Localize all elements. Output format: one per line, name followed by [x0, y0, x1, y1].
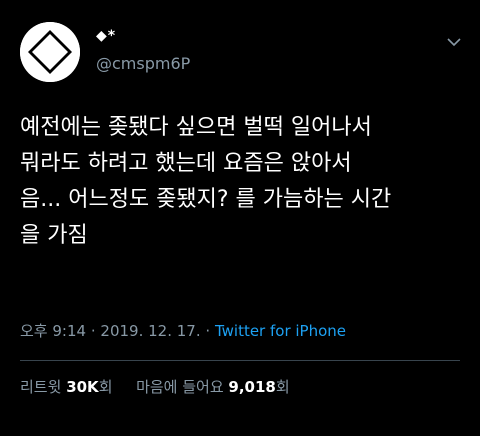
retweets-count: 30K — [66, 378, 99, 396]
retweets-label: 리트윗 — [20, 378, 62, 396]
tweet-date[interactable]: 2019. 12. 17. — [100, 322, 200, 340]
tweet-source-link[interactable]: Twitter for iPhone — [215, 322, 346, 340]
tweet-stats: 리트윗 30K회 마음에 들어요 9,018회 — [20, 376, 290, 397]
divider — [20, 360, 460, 361]
meta-separator: · — [90, 322, 96, 340]
display-name[interactable]: ◆* — [96, 28, 116, 44]
white-diamond-avatar-icon — [20, 22, 80, 82]
likes-stat[interactable]: 마음에 들어요 9,018회 — [136, 378, 290, 396]
likes-count: 9,018 — [228, 378, 276, 396]
tweet-text: 예전에는 좆됐다 싶으면 벌떡 일어나서 뭐라도 하려고 했는데 요즘은 앉아서… — [20, 115, 392, 248]
tweet-time: 오후 9:14 — [20, 322, 87, 340]
tweet-meta: 오후 9:14 · 2019. 12. 17. · Twitter for iP… — [20, 320, 346, 341]
meta-separator: · — [205, 322, 211, 340]
retweets-stat[interactable]: 리트윗 30K회 — [20, 378, 117, 396]
retweets-unit: 회 — [98, 378, 113, 396]
avatar[interactable] — [20, 22, 80, 82]
user-handle[interactable]: @cmspm6P — [96, 54, 190, 73]
likes-unit: 회 — [275, 378, 290, 396]
likes-label: 마음에 들어요 — [136, 378, 224, 396]
chevron-down-icon[interactable] — [446, 36, 462, 48]
